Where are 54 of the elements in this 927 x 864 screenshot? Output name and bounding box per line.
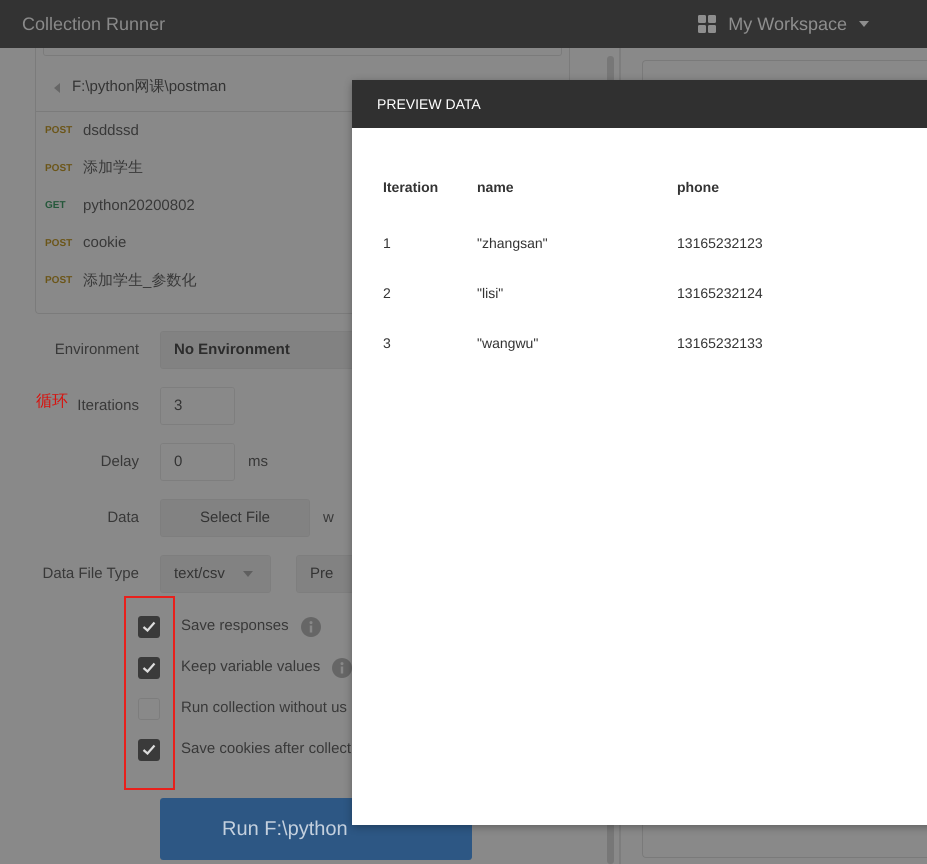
file-type-select[interactable]: text/csv: [160, 555, 271, 593]
column-header: phone: [677, 178, 720, 197]
window-title: Collection Runner: [22, 12, 166, 36]
method-label: GET: [45, 199, 67, 214]
caret-icon[interactable]: [859, 21, 869, 27]
table-cell-text: 3: [383, 334, 392, 352]
dialog-title: PREVIEW DATA: [377, 94, 481, 114]
caret-icon: [242, 571, 253, 577]
field-label: Data File Type: [42, 564, 139, 584]
checkbox[interactable]: [138, 738, 160, 760]
delay-field[interactable]: 0: [160, 443, 235, 481]
table-cell-text: 13165232133: [677, 334, 764, 352]
field-label: Iterations: [77, 396, 139, 416]
iterations-field[interactable]: 3: [160, 387, 235, 425]
annotation-text: 循环: [36, 392, 68, 412]
table-cell-text: 1: [383, 234, 392, 252]
method-label: POST: [45, 274, 74, 288]
table-cell-text: 13165232124: [677, 284, 764, 302]
input-field[interactable]: [43, 48, 562, 56]
field-label: Environment: [54, 340, 139, 360]
request-name[interactable]: 添加学生: [83, 157, 143, 180]
method-label: POST: [45, 236, 74, 251]
info-icon[interactable]: [332, 658, 352, 678]
check-icon: [142, 744, 156, 755]
checkbox[interactable]: [138, 616, 160, 638]
option-label[interactable]: Run collection without us: [181, 697, 347, 720]
option-label[interactable]: Save cookies after collect: [181, 738, 352, 761]
check-icon: [142, 621, 156, 632]
method-label: POST: [45, 162, 74, 176]
option-label[interactable]: Keep variable values: [181, 656, 320, 679]
unit-label: ms: [248, 452, 268, 472]
field-label: Data: [107, 508, 139, 528]
workspace-label[interactable]: My Workspace: [728, 10, 847, 38]
table-cell-text: "wangwu": [477, 334, 540, 353]
column-header: Iteration: [383, 178, 440, 196]
folder-path: F:\python网课\postman: [72, 77, 226, 98]
field-label: Delay: [100, 452, 139, 472]
column-header: name: [477, 178, 515, 196]
request-name[interactable]: 添加学生_参数化: [83, 270, 196, 292]
request-name[interactable]: python20200802: [83, 194, 195, 217]
table-cell-text: "lisi": [477, 284, 504, 302]
note-text: w: [323, 508, 334, 528]
option-label[interactable]: Save responses: [181, 615, 289, 638]
check-icon: [142, 662, 156, 673]
table-cell-text: 2: [383, 284, 392, 302]
request-name[interactable]: cookie: [83, 232, 126, 254]
caret-icon: [54, 82, 60, 92]
select-file-button[interactable]: Select File: [160, 499, 310, 537]
table-cell-text: 13165232123: [677, 234, 764, 252]
checkbox[interactable]: [138, 656, 160, 678]
grid-icon[interactable]: [698, 15, 716, 33]
request-name[interactable]: dsddssd: [83, 120, 139, 142]
method-label: POST: [45, 124, 74, 138]
table-cell-text: "zhangsan": [477, 234, 549, 253]
